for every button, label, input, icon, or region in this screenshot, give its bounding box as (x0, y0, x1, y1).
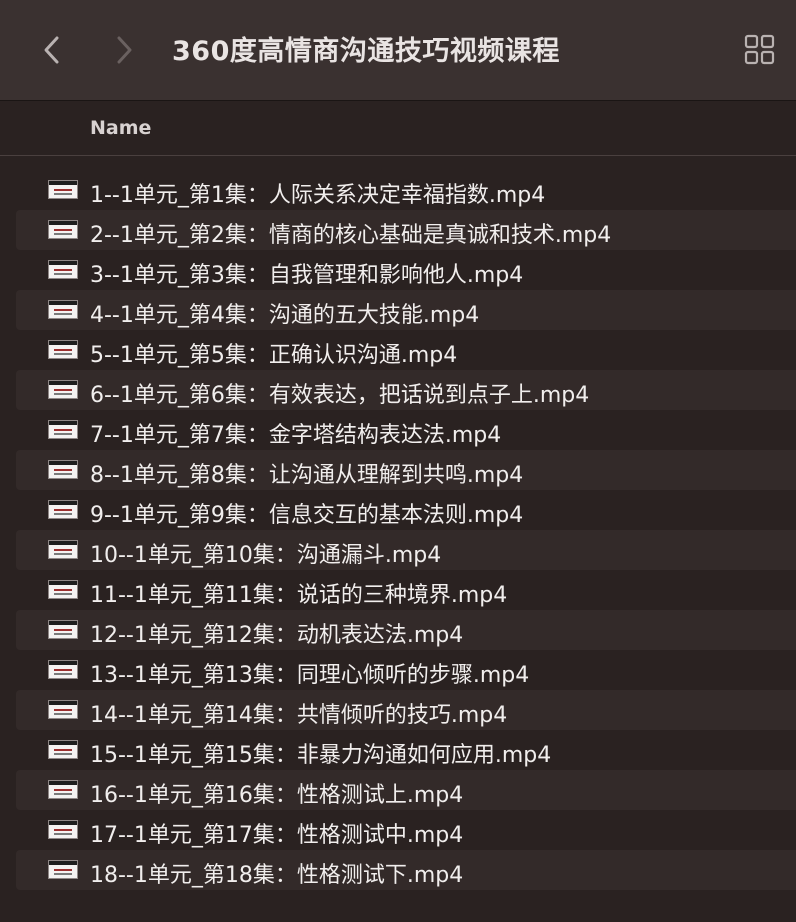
list-item[interactable]: 4--1单元_第4集：沟通的五大技能.mp4 (16, 290, 796, 330)
file-name: 18--1单元_第18集：性格测试下.mp4 (90, 863, 464, 888)
file-name: 7--1单元_第7集：金字塔结构表达法.mp4 (90, 423, 502, 448)
file-name: 9--1单元_第9集：信息交互的基本法则.mp4 (90, 503, 524, 528)
list-header: Name (0, 101, 796, 156)
file-name: 12--1单元_第12集：动机表达法.mp4 (90, 623, 464, 648)
list-item[interactable]: 12--1单元_第12集：动机表达法.mp4 (16, 610, 796, 650)
file-name: 2--1单元_第2集：情商的核心基础是真诚和技术.mp4 (90, 223, 612, 248)
video-thumbnail-icon (48, 460, 78, 479)
video-thumbnail-icon (48, 220, 78, 239)
video-thumbnail-icon (48, 860, 78, 879)
list-item[interactable]: 8--1单元_第8集：让沟通从理解到共鸣.mp4 (16, 450, 796, 490)
list-item[interactable]: 14--1单元_第14集：共情倾听的技巧.mp4 (16, 690, 796, 730)
video-thumbnail-icon (48, 620, 78, 639)
list-item[interactable]: 1--1单元_第1集：人际关系决定幸福指数.mp4 (16, 170, 796, 210)
video-thumbnail-icon (48, 340, 78, 359)
file-name: 5--1单元_第5集：正确认识沟通.mp4 (90, 343, 458, 368)
list-item[interactable]: 17--1单元_第17集：性格测试中.mp4 (16, 810, 796, 850)
column-header-name[interactable]: Name (90, 117, 151, 139)
video-thumbnail-icon (48, 700, 78, 719)
file-name: 1--1单元_第1集：人际关系决定幸福指数.mp4 (90, 183, 546, 208)
file-name: 3--1单元_第3集：自我管理和影响他人.mp4 (90, 263, 524, 288)
list-item[interactable]: 10--1单元_第10集：沟通漏斗.mp4 (16, 530, 796, 570)
list-item[interactable]: 5--1单元_第5集：正确认识沟通.mp4 (16, 330, 796, 370)
list-item[interactable]: 13--1单元_第13集：同理心倾听的步骤.mp4 (16, 650, 796, 690)
file-name: 4--1单元_第4集：沟通的五大技能.mp4 (90, 303, 480, 328)
list-item[interactable]: 3--1单元_第3集：自我管理和影响他人.mp4 (16, 250, 796, 290)
video-thumbnail-icon (48, 740, 78, 759)
list-item[interactable]: 7--1单元_第7集：金字塔结构表达法.mp4 (16, 410, 796, 450)
file-name: 10--1单元_第10集：沟通漏斗.mp4 (90, 543, 442, 568)
video-thumbnail-icon (48, 660, 78, 679)
list-item[interactable]: 18--1单元_第18集：性格测试下.mp4 (16, 850, 796, 890)
list-item[interactable]: 11--1单元_第11集：说话的三种境界.mp4 (16, 570, 796, 610)
video-thumbnail-icon (48, 500, 78, 519)
list-item[interactable]: 16--1单元_第16集：性格测试上.mp4 (16, 770, 796, 810)
file-list: 1--1单元_第1集：人际关系决定幸福指数.mp4 2--1单元_第2集：情商的… (16, 170, 796, 890)
video-thumbnail-icon (48, 260, 78, 279)
video-thumbnail-icon (48, 780, 78, 799)
list-item[interactable]: 2--1单元_第2集：情商的核心基础是真诚和技术.mp4 (16, 210, 796, 250)
chevron-right-icon (117, 36, 132, 64)
back-button[interactable] (34, 30, 70, 70)
file-name: 14--1单元_第14集：共情倾听的技巧.mp4 (90, 703, 508, 728)
view-toggle-button[interactable] (744, 34, 776, 66)
video-thumbnail-icon (48, 580, 78, 599)
chevron-left-icon (44, 36, 59, 64)
file-name: 13--1单元_第13集：同理心倾听的步骤.mp4 (90, 663, 530, 688)
grid-view-icon (744, 34, 775, 65)
file-name: 17--1单元_第17集：性格测试中.mp4 (90, 823, 464, 848)
file-name: 6--1单元_第6集：有效表达，把话说到点子上.mp4 (90, 383, 590, 408)
file-name: 8--1单元_第8集：让沟通从理解到共鸣.mp4 (90, 463, 524, 488)
file-name: 11--1单元_第11集：说话的三种境界.mp4 (90, 583, 508, 608)
file-name: 16--1单元_第16集：性格测试上.mp4 (90, 783, 464, 808)
forward-button[interactable] (106, 30, 142, 70)
list-item[interactable]: 15--1单元_第15集：非暴力沟通如何应用.mp4 (16, 730, 796, 770)
window-title: 360度高情商沟通技巧视频课程 (172, 36, 560, 67)
toolbar: 360度高情商沟通技巧视频课程 (0, 0, 796, 101)
video-thumbnail-icon (48, 820, 78, 839)
video-thumbnail-icon (48, 380, 78, 399)
file-name: 15--1单元_第15集：非暴力沟通如何应用.mp4 (90, 743, 552, 768)
list-item[interactable]: 6--1单元_第6集：有效表达，把话说到点子上.mp4 (16, 370, 796, 410)
video-thumbnail-icon (48, 300, 78, 319)
video-thumbnail-icon (48, 540, 78, 559)
video-thumbnail-icon (48, 420, 78, 439)
list-item[interactable]: 9--1单元_第9集：信息交互的基本法则.mp4 (16, 490, 796, 530)
video-thumbnail-icon (48, 180, 78, 199)
